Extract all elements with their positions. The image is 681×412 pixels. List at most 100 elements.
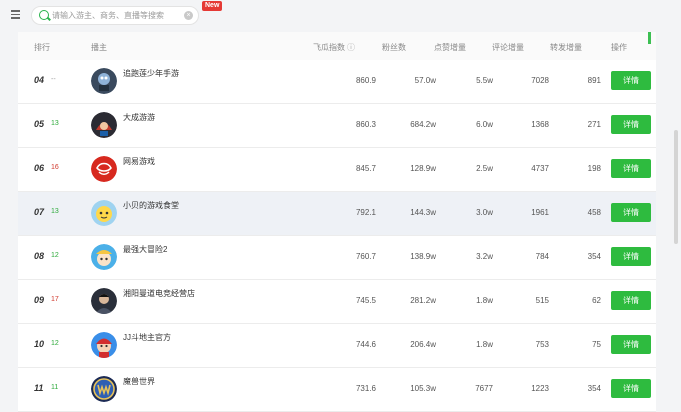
header-fans[interactable]: 粉丝数 [382,42,406,53]
rank-number: 10 [34,339,45,349]
clear-icon[interactable]: × [184,11,193,20]
index-cell: 731.6 [355,384,376,393]
details-button[interactable]: 详情 [611,203,651,222]
search-input[interactable] [52,9,180,22]
shares-cell: 271 [587,120,601,129]
comments-cell: 4737 [531,164,549,173]
top-bar: × New [0,0,681,32]
header-likes-inc[interactable]: 点赞增量 [434,42,466,53]
comments-cell: 1223 [531,384,549,393]
comments-cell: 1961 [531,208,549,217]
fans-cell: 206.4w [410,340,436,349]
rank-number: 04 [34,75,45,85]
fans-cell: 144.3w [410,208,436,217]
header-comments-inc[interactable]: 评论增量 [492,42,524,53]
rank-change: 17 [51,296,59,303]
shares-cell: 354 [587,384,601,393]
likes-cell: 6.0w [476,120,493,129]
table-row[interactable]: 05 13 大成游游 860.3 684.2w 6.0w 1368 271 详情 [18,104,656,148]
streamer-name[interactable]: 小贝的游戏食堂 [123,200,179,211]
table-row[interactable]: 10 12 JJ斗地主官方 744.6 206.4w 1.8w 753 75 详情 [18,324,656,368]
details-button[interactable]: 详情 [611,115,651,134]
header-index: 飞瓜指数 ⓘ [313,43,355,52]
likes-cell: 3.0w [476,208,493,217]
header-scroll-indicator [648,32,651,44]
rank-change: 13 [51,120,59,127]
rank-change: 13 [51,208,59,215]
details-button[interactable]: 详情 [611,247,651,266]
shares-cell: 354 [587,252,601,261]
fans-cell: 281.2w [410,296,436,305]
likes-cell: 7677 [475,384,493,393]
avatar[interactable] [91,156,117,182]
comments-cell: 784 [535,252,549,261]
index-cell: 744.6 [355,340,376,349]
avatar[interactable] [91,376,117,402]
streamer-name[interactable]: JJ斗地主官方 [123,332,171,343]
table-row[interactable]: 11 11 魔兽世界 731.6 105.3w 7677 1223 354 详情 [18,368,656,412]
shares-cell: 62 [592,296,601,305]
streamer-name[interactable]: 网易游戏 [123,156,155,167]
rank-number: 11 [34,383,44,393]
rank-change: 11 [51,384,59,391]
likes-cell: 5.5w [476,76,493,85]
avatar[interactable] [91,332,117,358]
rank-change: 12 [51,340,59,347]
streamer-name[interactable]: 最强大冒险2 [123,244,167,255]
streamer-name[interactable]: 湘阳曼道电竞经营店 [123,288,195,299]
comments-cell: 1368 [531,120,549,129]
rank-change: 16 [51,164,59,171]
shares-cell: 458 [587,208,601,217]
details-button[interactable]: 详情 [611,291,651,310]
header-shares-inc[interactable]: 转发增量 [550,42,582,53]
index-cell: 845.7 [355,164,376,173]
header-rank: 排行 [34,43,50,52]
table-row[interactable]: 08 12 最强大冒险2 760.7 138.9w 3.2w 784 354 详情 [18,236,656,280]
info-icon[interactable]: ⓘ [347,43,355,52]
likes-cell: 2.5w [476,164,493,173]
rank-number: 06 [34,163,45,173]
avatar[interactable] [91,200,117,226]
avatar[interactable] [91,68,117,94]
details-button[interactable]: 详情 [611,71,651,90]
fans-cell: 128.9w [410,164,436,173]
comments-cell: 753 [535,340,549,349]
likes-cell: 3.2w [476,252,493,261]
avatar[interactable] [91,244,117,270]
rank-number: 09 [34,295,45,305]
index-cell: 745.5 [355,296,376,305]
shares-cell: 75 [592,340,601,349]
fans-cell: 138.9w [410,252,436,261]
table-row[interactable]: 06 16 网易游戏 845.7 128.9w 2.5w 4737 198 详情 [18,148,656,192]
rank-number: 08 [34,251,45,261]
streamer-name[interactable]: 魔兽世界 [123,376,155,387]
fans-cell: 57.0w [414,76,436,85]
details-button[interactable]: 详情 [611,379,651,398]
page-scrollbar[interactable] [674,130,678,244]
comments-cell: 515 [535,296,549,305]
shares-cell: 198 [587,164,601,173]
shares-cell: 891 [587,76,601,85]
ranking-table: 排行 播主 飞瓜指数 ⓘ 粉丝数 点赞增量 评论增量 转发增量 操作 04 -- 追跑… [18,32,656,412]
search-box[interactable]: × [31,6,199,25]
rank-number: 07 [34,207,45,217]
rank-change: -- [51,76,56,83]
index-cell: 792.1 [355,208,376,217]
menu-icon[interactable] [11,10,20,19]
rank-number: 05 [34,119,45,129]
table-row[interactable]: 04 -- 追跑莲少年手游 860.9 57.0w 5.5w 7028 891 详情 [18,60,656,104]
index-cell: 860.9 [355,76,376,85]
header-action: 操作 [611,43,627,52]
table-row[interactable]: 09 17 湘阳曼道电竞经营店 745.5 281.2w 1.8w 515 62 详情 [18,280,656,324]
streamer-name[interactable]: 追跑莲少年手游 [123,68,179,79]
details-button[interactable]: 详情 [611,335,651,354]
details-button[interactable]: 详情 [611,159,651,178]
avatar[interactable] [91,288,117,314]
streamer-name[interactable]: 大成游游 [123,112,155,123]
fans-cell: 684.2w [410,120,436,129]
likes-cell: 1.8w [476,340,493,349]
rank-change: 12 [51,252,59,259]
table-row[interactable]: 07 13 小贝的游戏食堂 792.1 144.3w 3.0w 1961 458 详情 [18,192,656,236]
index-cell: 760.7 [355,252,376,261]
avatar[interactable] [91,112,117,138]
